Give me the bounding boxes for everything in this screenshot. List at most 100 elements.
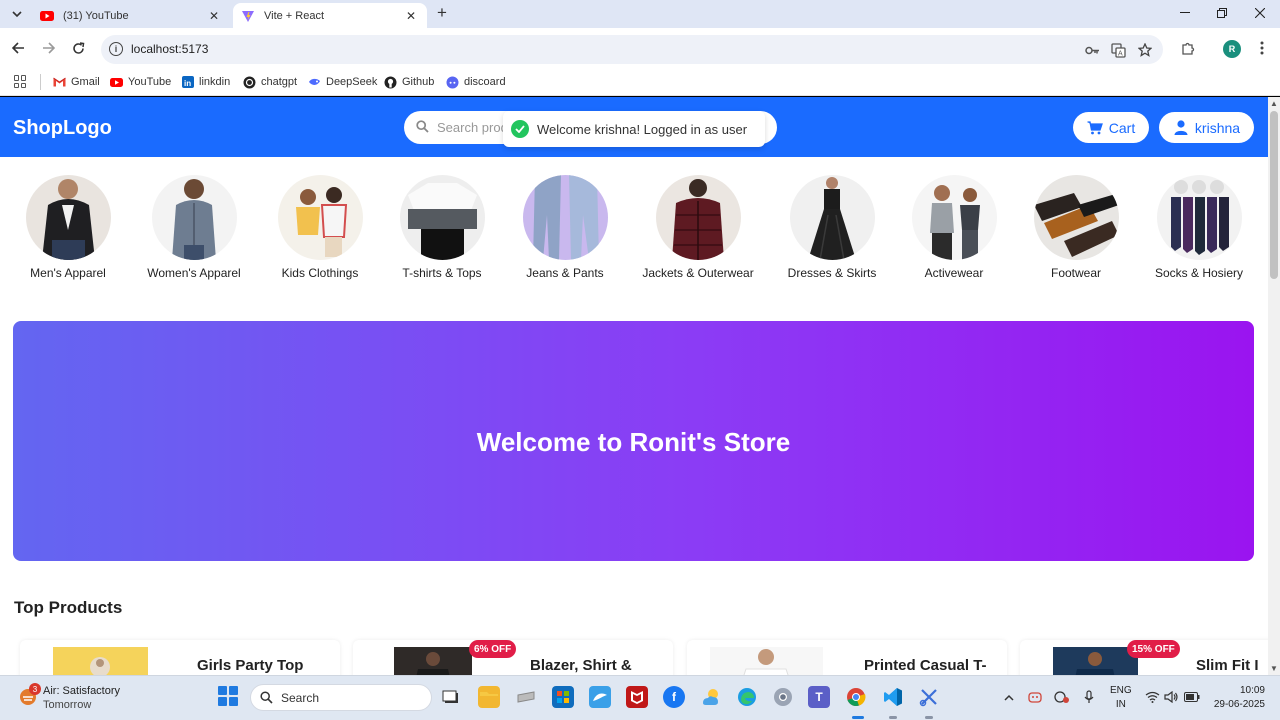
password-key-icon[interactable] bbox=[1083, 41, 1101, 59]
store-icon[interactable] bbox=[552, 686, 574, 708]
search-icon bbox=[260, 691, 273, 704]
url-text[interactable]: localhost:5173 bbox=[131, 42, 208, 56]
back-button[interactable] bbox=[7, 37, 29, 59]
input-language[interactable]: ENG IN bbox=[1110, 684, 1132, 712]
close-tab-icon[interactable]: ✕ bbox=[206, 8, 222, 24]
category-image bbox=[25, 175, 111, 260]
category-socks-hosiery[interactable]: Socks & Hosiery bbox=[1144, 175, 1254, 280]
bookmark-chatgpt[interactable]: chatgpt bbox=[243, 73, 297, 91]
restore-button[interactable] bbox=[1205, 3, 1239, 23]
file-explorer-icon[interactable] bbox=[478, 686, 500, 708]
bookmark-star-icon[interactable] bbox=[1136, 41, 1154, 59]
bookmark-discord[interactable]: discoard bbox=[446, 73, 506, 91]
category-mens-apparel[interactable]: Men's Apparel bbox=[13, 175, 123, 280]
cart-button[interactable]: Cart bbox=[1073, 112, 1149, 143]
github-icon bbox=[384, 76, 397, 89]
teams-icon[interactable]: T bbox=[808, 686, 830, 708]
volume-icon[interactable] bbox=[1163, 689, 1179, 705]
weather-app-icon[interactable] bbox=[700, 686, 722, 708]
category-image bbox=[1033, 175, 1119, 260]
category-tshirts-tops[interactable]: T-shirts & Tops bbox=[387, 175, 497, 280]
login-toast: Welcome krishna! Logged in as user bbox=[503, 111, 765, 147]
puzzle-icon bbox=[1181, 42, 1194, 55]
hero-banner: Welcome to Ronit's Store bbox=[13, 321, 1254, 561]
profile-avatar[interactable]: R bbox=[1223, 40, 1241, 58]
chrome-dev-icon[interactable] bbox=[772, 686, 794, 708]
discount-badge: 6% OFF bbox=[469, 640, 517, 658]
mysql-workbench-icon[interactable] bbox=[589, 686, 611, 708]
youtube-icon bbox=[40, 9, 54, 23]
system-clock[interactable]: 10:09 29-06-2025 bbox=[1211, 684, 1265, 712]
tab-title: (31) YouTube bbox=[63, 9, 129, 22]
search-icon bbox=[416, 120, 429, 133]
scroll-up-icon[interactable]: ▲ bbox=[1270, 99, 1278, 108]
browser-toolbar: i localhost:5173 A R bbox=[0, 28, 1280, 68]
category-jeans-pants[interactable]: Jeans & Pants bbox=[510, 175, 620, 280]
copilot-icon[interactable] bbox=[1027, 689, 1043, 705]
top-products-heading: Top Products bbox=[14, 598, 123, 617]
minimize-button[interactable] bbox=[1168, 3, 1202, 23]
scrollbar-thumb[interactable] bbox=[1270, 111, 1278, 279]
bookmark-youtube[interactable]: YouTube bbox=[110, 73, 171, 91]
battery-icon[interactable] bbox=[1184, 689, 1200, 705]
apps-grid-icon[interactable] bbox=[14, 75, 27, 88]
tab-vite-react[interactable]: Vite + React ✕ bbox=[233, 3, 427, 28]
microphone-icon[interactable] bbox=[1081, 689, 1097, 705]
task-view-icon[interactable] bbox=[440, 686, 462, 708]
bookmark-label: Github bbox=[402, 76, 435, 88]
category-jackets-outerwear[interactable]: Jackets & Outerwear bbox=[642, 175, 754, 280]
tab-title: Vite + React bbox=[264, 9, 325, 22]
category-image bbox=[789, 175, 875, 260]
category-activewear[interactable]: Activewear bbox=[899, 175, 1009, 280]
user-icon bbox=[1173, 120, 1189, 136]
bookmark-github[interactable]: Github bbox=[384, 73, 434, 91]
security-tray-icon[interactable] bbox=[1054, 689, 1070, 705]
bookmark-linkedin[interactable]: in linkdin bbox=[181, 73, 230, 91]
bookmark-gmail[interactable]: Gmail bbox=[53, 73, 100, 91]
vscode-icon[interactable] bbox=[882, 686, 904, 708]
extensions-button[interactable] bbox=[1178, 38, 1198, 58]
tab-youtube[interactable]: (31) YouTube ✕ bbox=[32, 3, 230, 28]
taskbar-search[interactable]: Search bbox=[250, 684, 432, 711]
snipping-tool-icon[interactable] bbox=[918, 686, 940, 708]
forward-button[interactable] bbox=[37, 37, 59, 59]
minimize-icon bbox=[1180, 12, 1190, 13]
address-bar[interactable]: i localhost:5173 A bbox=[101, 35, 1163, 64]
user-menu-button[interactable]: krishna bbox=[1159, 112, 1254, 143]
new-tab-button[interactable]: + bbox=[433, 3, 451, 22]
translate-icon[interactable]: A bbox=[1109, 41, 1127, 59]
taskbar-search-label: Search bbox=[281, 691, 320, 705]
close-tab-icon[interactable]: ✕ bbox=[403, 8, 419, 24]
wifi-icon[interactable] bbox=[1144, 689, 1160, 705]
drive-icon[interactable] bbox=[515, 686, 537, 708]
page-scrollbar[interactable]: ▲ ▼ bbox=[1268, 97, 1280, 675]
product-card[interactable]: Printed Casual T- bbox=[687, 640, 1007, 675]
weather-widget[interactable]: 3 Air: Satisfactory Tomorrow bbox=[14, 682, 144, 714]
bookmark-label: chatgpt bbox=[261, 76, 298, 88]
tab-search-button[interactable] bbox=[6, 5, 28, 23]
arrow-left-icon bbox=[11, 42, 24, 54]
vite-icon bbox=[241, 9, 255, 23]
category-footwear[interactable]: Footwear bbox=[1021, 175, 1131, 280]
weather-subtitle: Tomorrow bbox=[43, 699, 92, 711]
category-kids-clothings[interactable]: Kids Clothings bbox=[265, 175, 375, 280]
bookmark-deepseek[interactable]: DeepSeek bbox=[308, 73, 377, 91]
windows-start-button[interactable] bbox=[218, 686, 238, 706]
edge-icon[interactable] bbox=[736, 686, 758, 708]
chatgpt-icon bbox=[243, 76, 256, 89]
scroll-down-icon[interactable]: ▼ bbox=[1270, 664, 1278, 673]
browser-menu-button[interactable] bbox=[1252, 38, 1272, 58]
product-card[interactable]: Girls Party Top bbox=[20, 640, 340, 675]
reload-button[interactable] bbox=[67, 37, 89, 59]
site-info-icon[interactable]: i bbox=[109, 42, 123, 56]
category-dresses-skirts[interactable]: Dresses & Skirts bbox=[777, 175, 887, 280]
site-logo[interactable]: ShopLogo bbox=[13, 117, 112, 140]
facebook-icon[interactable]: f bbox=[663, 686, 685, 708]
bookmark-label: linkdin bbox=[199, 76, 231, 88]
product-name: Girls Party Top bbox=[197, 657, 304, 674]
mcafee-icon[interactable] bbox=[626, 686, 648, 708]
category-womens-apparel[interactable]: Women's Apparel bbox=[139, 175, 249, 280]
show-hidden-icons-chevron-icon[interactable] bbox=[1001, 689, 1017, 705]
close-window-button[interactable] bbox=[1243, 3, 1277, 23]
chrome-icon[interactable] bbox=[845, 686, 867, 708]
